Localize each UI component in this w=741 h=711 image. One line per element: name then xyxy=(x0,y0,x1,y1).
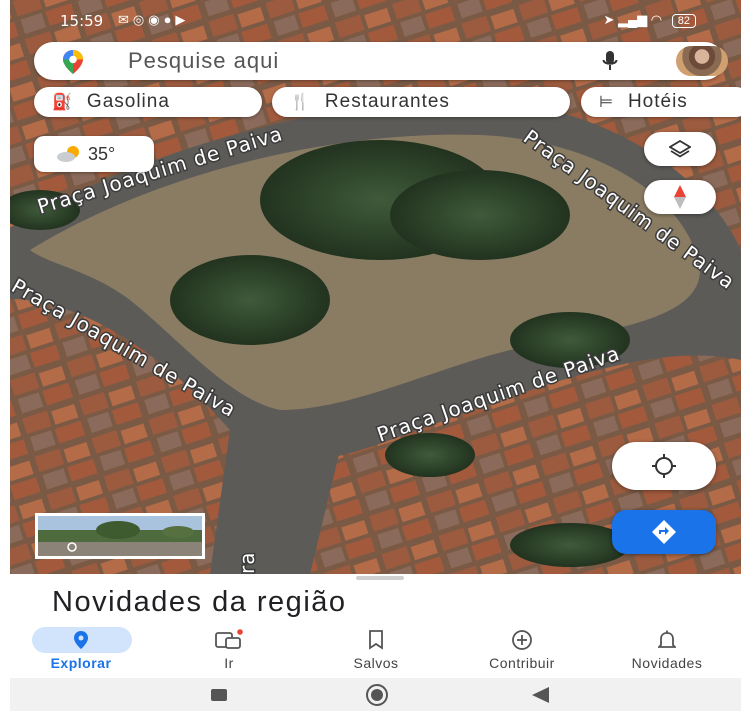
status-time: 15:59 xyxy=(60,12,104,30)
account-avatar[interactable] xyxy=(676,46,728,76)
crosshair-icon xyxy=(652,454,676,478)
back-icon[interactable] xyxy=(530,686,550,704)
battery-icon: 82 xyxy=(671,14,696,28)
restaurant-icon: 🍴 xyxy=(290,94,311,111)
nav-item-explorar[interactable]: Explorar xyxy=(16,626,146,678)
nav-label: Salvos xyxy=(353,655,399,671)
nav-label: Novidades xyxy=(631,655,703,671)
bottom-sheet[interactable]: Novidades da região xyxy=(10,574,741,626)
status-bar: 15:59 ✉◎◉●▶ ➤ ▂▄▆ ◠ 82 xyxy=(10,0,741,38)
my-location-button[interactable] xyxy=(612,442,716,490)
temperature: 35° xyxy=(88,143,116,164)
commute-icon xyxy=(215,629,243,649)
directions-icon xyxy=(652,520,676,544)
weather-chip[interactable]: 35° xyxy=(34,136,154,172)
street-label-partial: ra xyxy=(235,552,259,574)
nav-item-novidades[interactable]: Novidades xyxy=(602,626,732,678)
nav-label: Contribuir xyxy=(489,655,555,671)
search-input[interactable]: Pesquise aqui xyxy=(128,48,279,74)
add-circle-icon xyxy=(512,630,532,650)
nav-item-ir[interactable]: Ir xyxy=(164,626,294,678)
nav-label: Explorar xyxy=(50,655,112,671)
system-navigation-bar xyxy=(10,678,741,711)
compass-button[interactable] xyxy=(644,180,716,214)
street-view-image xyxy=(38,516,202,556)
chip-restaurantes[interactable]: 🍴 Restaurantes xyxy=(272,87,570,117)
bookmark-icon xyxy=(369,630,383,650)
layers-button[interactable] xyxy=(644,132,716,166)
bell-icon xyxy=(658,630,676,648)
nav-item-contribuir[interactable]: Contribuir xyxy=(457,626,587,678)
nav-label: Ir xyxy=(224,655,234,671)
notification-icons: ✉◎◉●▶ xyxy=(118,12,190,27)
street-view-thumbnail[interactable] xyxy=(35,513,205,559)
gas-station-icon: ⛽ xyxy=(52,94,73,111)
chip-hoteis[interactable]: ⊨ Hotéis xyxy=(581,87,741,117)
sheet-drag-handle[interactable] xyxy=(356,576,404,580)
explore-pin-icon xyxy=(74,631,88,649)
partly-cloudy-icon xyxy=(57,146,79,162)
layers-icon xyxy=(669,140,691,158)
sheet-title: Novidades da região xyxy=(52,586,347,618)
chip-gasolina[interactable]: ⛽ Gasolina xyxy=(34,87,262,117)
chip-label: Restaurantes xyxy=(324,91,450,112)
compass-icon xyxy=(674,185,686,209)
home-icon[interactable] xyxy=(365,683,389,707)
recents-icon[interactable] xyxy=(210,688,228,702)
mic-icon[interactable] xyxy=(602,50,618,72)
bottom-navigation: Explorar Ir Salvos Contribuir Novidades xyxy=(10,626,741,678)
maps-pin-icon xyxy=(63,50,83,74)
chip-label: Gasolina xyxy=(86,91,170,112)
nav-item-salvos[interactable]: Salvos xyxy=(311,626,441,678)
search-bar[interactable]: Pesquise aqui xyxy=(34,42,728,80)
directions-button[interactable] xyxy=(612,510,716,554)
system-icons: ➤ ▂▄▆ ◠ 82 xyxy=(603,12,696,28)
hotel-icon: ⊨ xyxy=(599,94,614,111)
chip-label: Hotéis xyxy=(627,91,688,112)
